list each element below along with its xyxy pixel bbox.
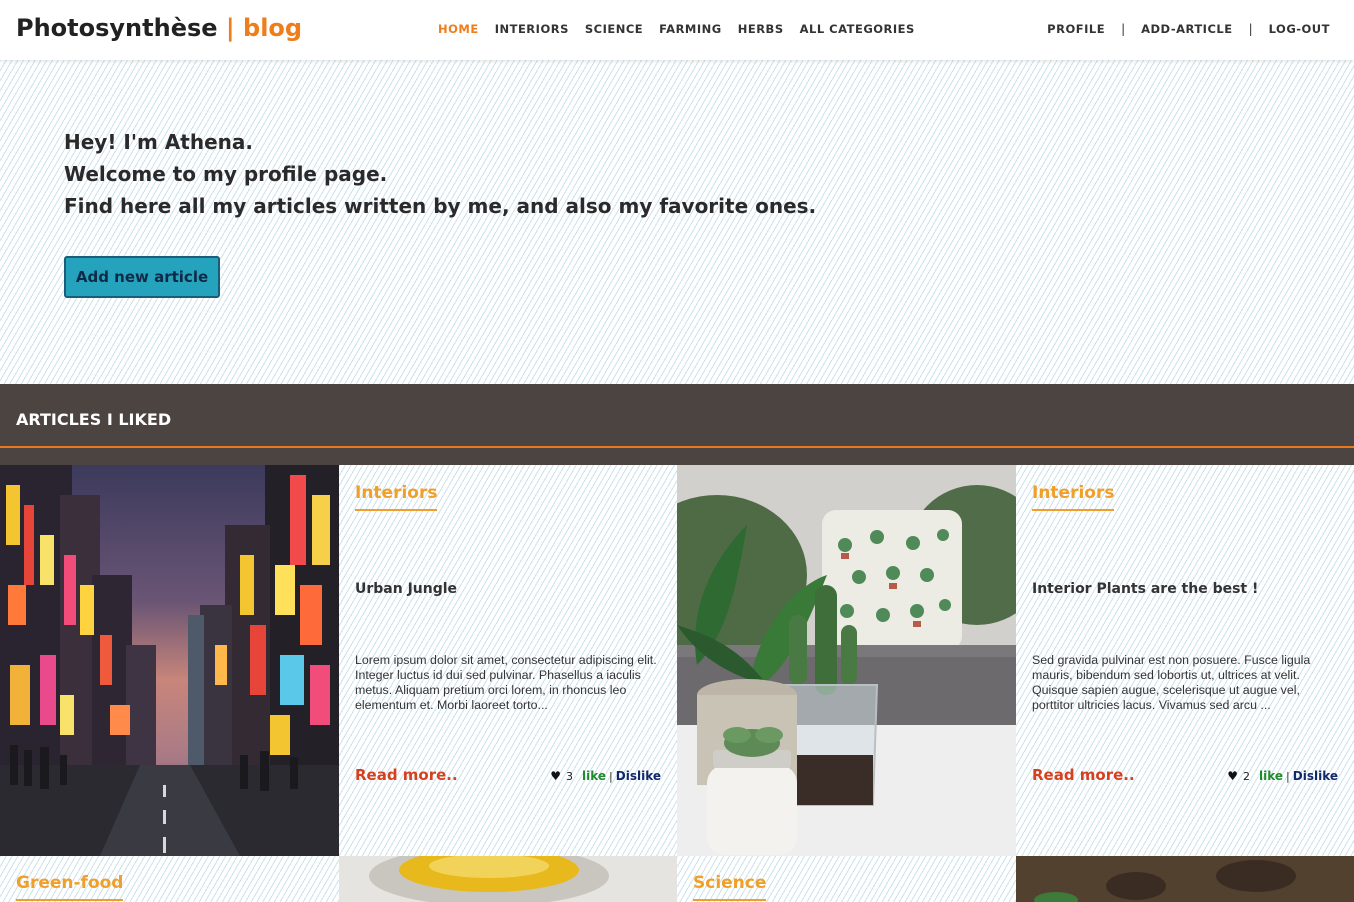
dislike-button[interactable]: Dislike <box>1293 769 1338 783</box>
read-more-link[interactable]: Read more.. <box>1032 766 1135 784</box>
nav-science[interactable]: SCIENCE <box>585 22 643 36</box>
like-count: 2 <box>1243 769 1250 783</box>
nav-interiors[interactable]: INTERIORS <box>495 22 569 36</box>
nav-herbs[interactable]: HERBS <box>738 22 784 36</box>
article-votes: ♥ 3 like | Dislike <box>550 769 661 783</box>
hero-welcome: Welcome to my profile page. <box>64 162 388 186</box>
section-divider <box>0 446 1354 448</box>
brand-logo[interactable]: Photosynthèse | blog <box>16 14 302 42</box>
dislike-button[interactable]: Dislike <box>616 769 661 783</box>
like-button[interactable]: like <box>1259 769 1283 783</box>
nav-profile[interactable]: PROFILE <box>1047 22 1105 36</box>
brand-name: Photosynthèse <box>16 14 218 42</box>
nav-divider: | <box>1248 22 1253 36</box>
article-excerpt: Sed gravida pulvinar est non posuere. Fu… <box>1032 653 1311 712</box>
article-card-urban-jungle: Interiors Urban Jungle Lorem ipsum dolor… <box>339 465 677 856</box>
hero-greeting: Hey! I'm Athena. <box>64 130 253 154</box>
vote-separator: | <box>609 769 613 783</box>
article-card-science: Science <box>677 856 1016 902</box>
top-navbar: Photosynthèse | blog HOME INTERIORS SCIE… <box>0 0 1354 60</box>
article-votes: ♥ 2 like | Dislike <box>1227 769 1338 783</box>
heart-icon: ♥ <box>550 769 561 783</box>
article-excerpt: Lorem ipsum dolor sit amet, consectetur … <box>355 653 657 712</box>
article-title[interactable]: Urban Jungle <box>355 581 457 597</box>
nav-farming[interactable]: FARMING <box>659 22 722 36</box>
nav-all-categories[interactable]: ALL CATEGORIES <box>800 22 915 36</box>
section-title: ARTICLES I LIKED <box>16 410 172 429</box>
nav-add-article[interactable]: ADD-ARTICLE <box>1141 22 1232 36</box>
vote-separator: | <box>1286 769 1290 783</box>
nav-home[interactable]: HOME <box>438 22 479 36</box>
heart-icon: ♥ <box>1227 769 1238 783</box>
profile-hero: Hey! I'm Athena. Welcome to my profile p… <box>0 60 1354 384</box>
main-nav: HOME INTERIORS SCIENCE FARMING HERBS ALL… <box>438 22 931 36</box>
article-image-science[interactable] <box>1016 856 1354 902</box>
article-card-interior-plants: Interiors Interior Plants are the best !… <box>1016 465 1354 856</box>
add-new-article-button[interactable]: Add new article <box>64 256 220 298</box>
read-more-link[interactable]: Read more.. <box>355 766 458 784</box>
user-nav: PROFILE | ADD-ARTICLE | LOG-OUT <box>1047 22 1330 36</box>
liked-articles-header: ARTICLES I LIKED <box>0 384 1354 465</box>
article-category[interactable]: Interiors <box>1032 483 1115 511</box>
article-title[interactable]: Interior Plants are the best ! <box>1032 581 1258 597</box>
article-image-green-food[interactable] <box>339 856 677 902</box>
article-image-interior-plants[interactable] <box>677 465 1016 856</box>
article-category[interactable]: Interiors <box>355 483 438 511</box>
like-button[interactable]: like <box>582 769 606 783</box>
article-image-urban-jungle[interactable] <box>0 465 339 856</box>
nav-divider: | <box>1121 22 1126 36</box>
brand-suffix: | blog <box>225 14 303 42</box>
like-count: 3 <box>566 769 573 783</box>
hero-description: Find here all my articles written by me,… <box>64 194 817 218</box>
article-card-green-food: Green-food <box>0 856 339 902</box>
article-category[interactable]: Science <box>693 873 767 901</box>
article-category[interactable]: Green-food <box>16 873 124 901</box>
nav-log-out[interactable]: LOG-OUT <box>1269 22 1330 36</box>
